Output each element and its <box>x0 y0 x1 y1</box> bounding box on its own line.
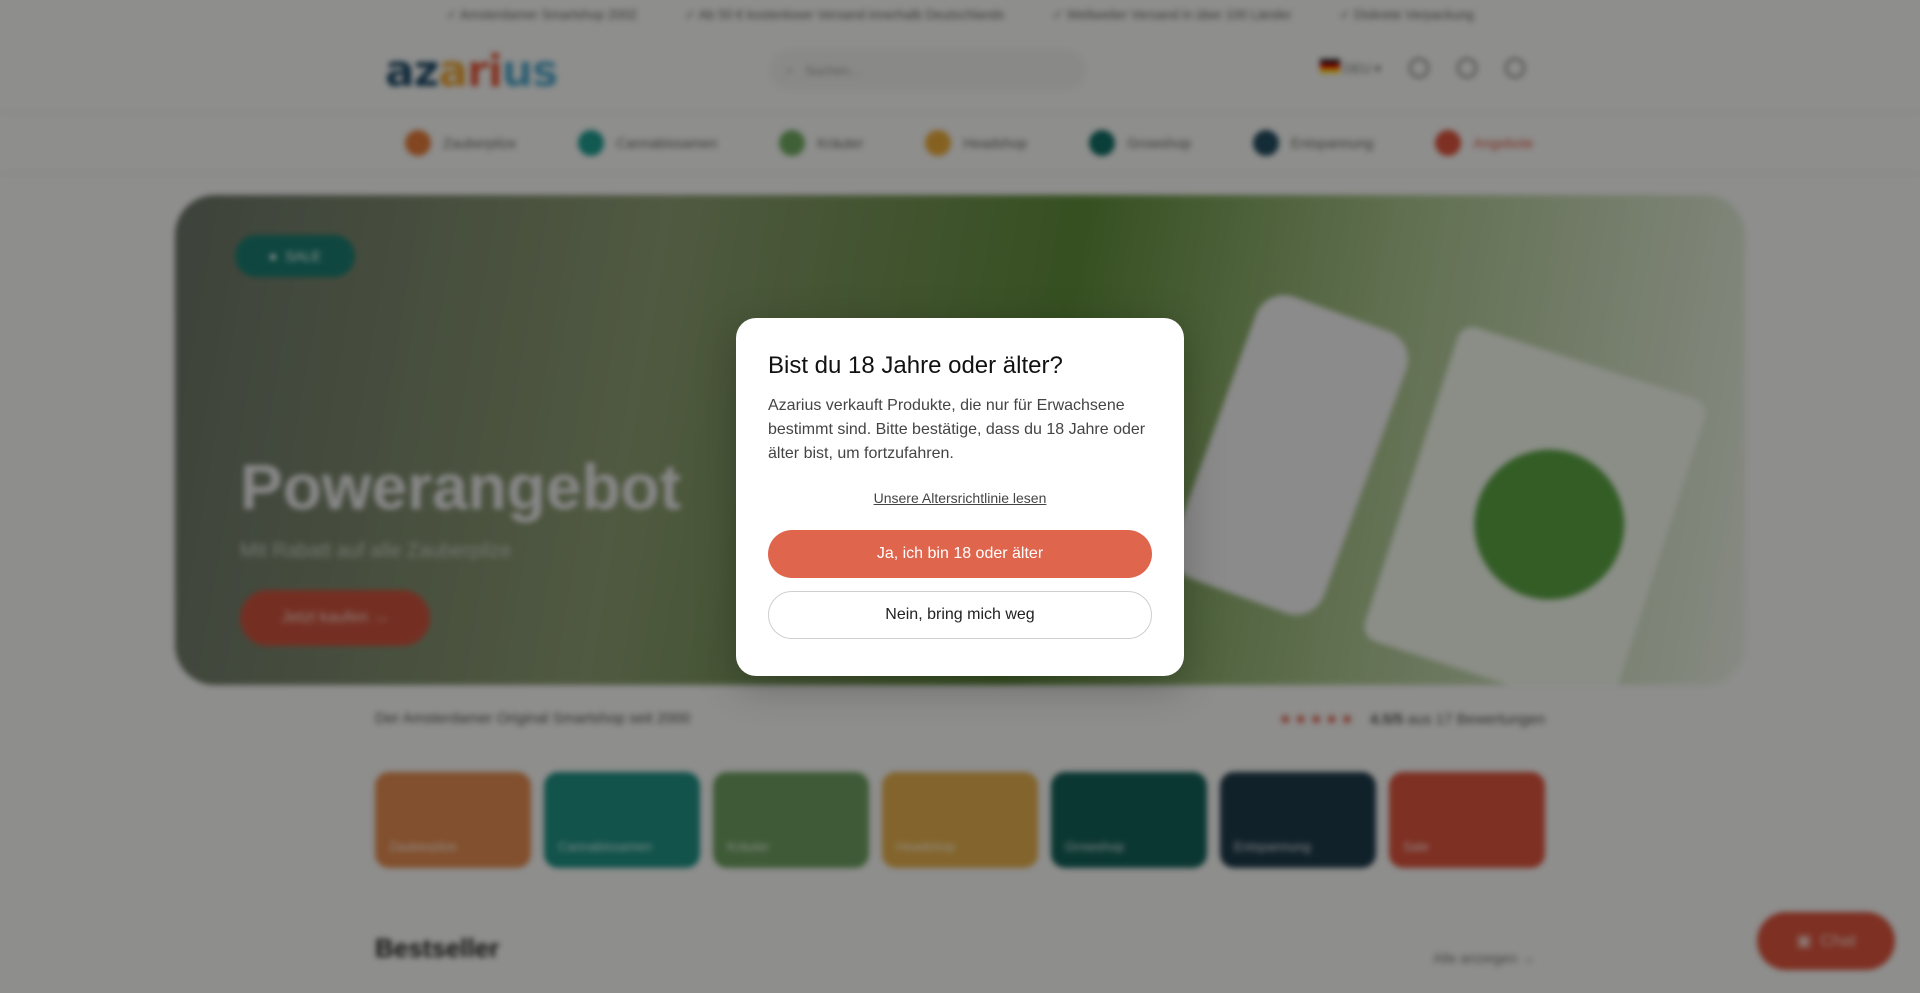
age-verification-dialog: Bist du 18 Jahre oder älter? Azarius ver… <box>736 318 1184 676</box>
confirm-age-button[interactable]: Ja, ich bin 18 oder älter <box>768 530 1152 578</box>
age-policy-link[interactable]: Unsere Altersrichtlinie lesen <box>768 490 1152 506</box>
dialog-body: Azarius verkauft Produkte, die nur für E… <box>768 397 1146 462</box>
decline-age-button[interactable]: Nein, bring mich weg <box>768 591 1152 639</box>
dialog-title: Bist du 18 Jahre oder älter? <box>768 352 1063 379</box>
